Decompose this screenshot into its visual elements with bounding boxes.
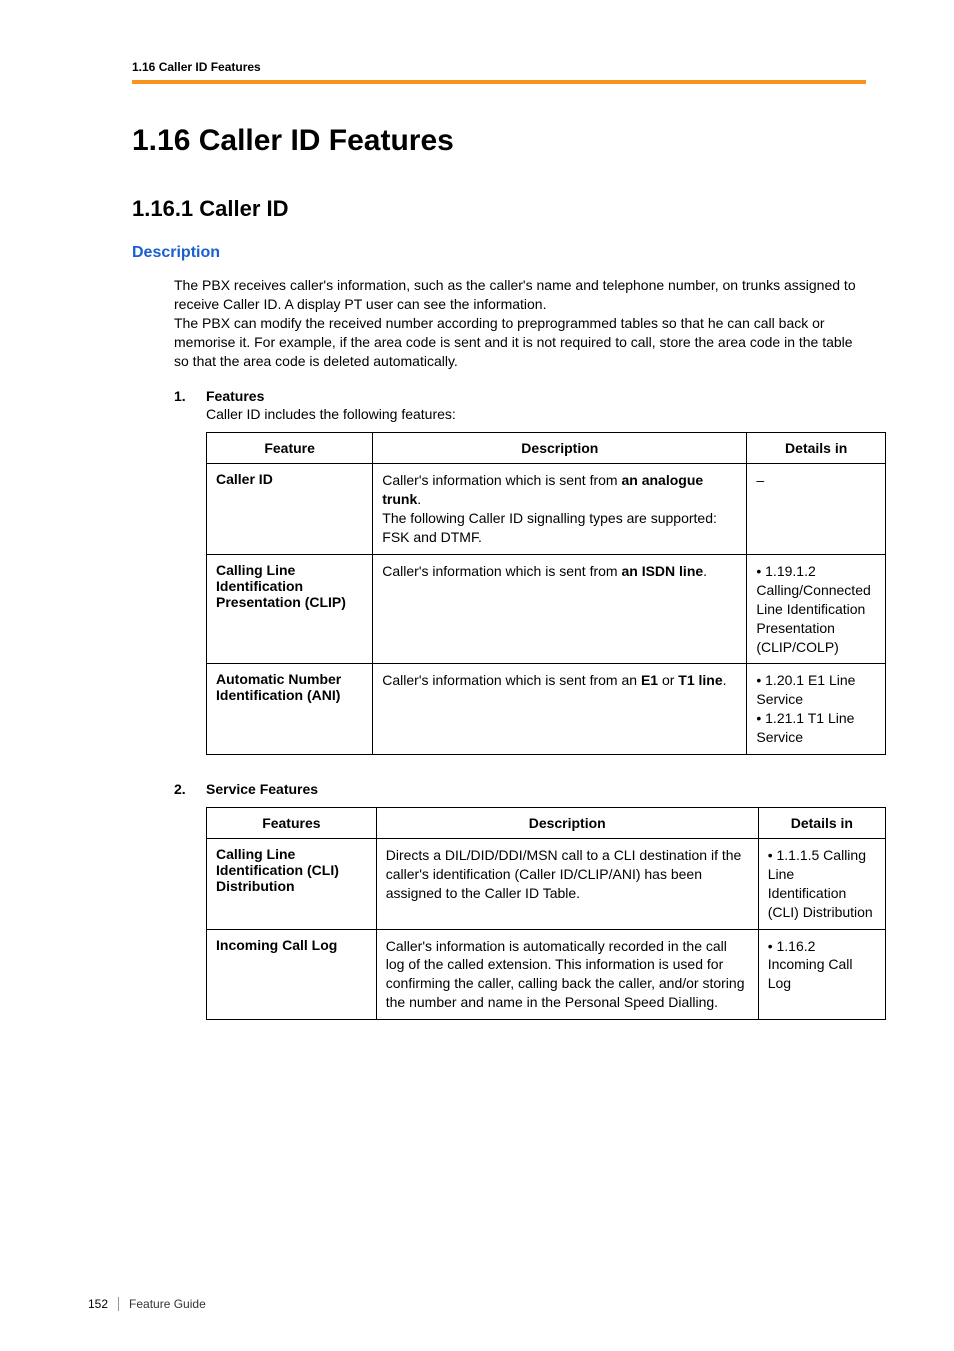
desc-bold: an ISDN line (621, 563, 703, 579)
table-row: Calling Line Identification Presentation… (207, 555, 886, 664)
page-footer: 152 Feature Guide (88, 1297, 206, 1311)
features-table: Feature Description Details in Caller ID… (206, 432, 886, 755)
cell-feature: Caller ID (207, 464, 373, 555)
list-1-subtext: Caller ID includes the following feature… (206, 406, 866, 422)
desc-post: . (703, 563, 707, 579)
intro-line-1: The PBX receives caller's information, s… (174, 277, 856, 312)
cell-feature: Incoming Call Log (207, 929, 377, 1020)
table-row: Incoming Call Log Caller's information i… (207, 929, 886, 1020)
cell-feature: Calling Line Identification Presentation… (207, 555, 373, 664)
cell-description: Caller's information is automatically re… (376, 929, 758, 1020)
desc-pre: Caller's information which is sent from … (382, 672, 641, 688)
th-details: Details in (758, 808, 885, 839)
table-row: Caller ID Caller's information which is … (207, 464, 886, 555)
th-description: Description (376, 808, 758, 839)
table-row: Calling Line Identification (CLI) Distri… (207, 839, 886, 930)
th-description: Description (373, 433, 747, 464)
header-accent-bar (132, 80, 866, 84)
list-1-number: 1. (174, 388, 192, 404)
desc-bold-t1: T1 line (678, 672, 722, 688)
numbered-item-2: 2. Service Features (174, 781, 866, 797)
table-header-row: Feature Description Details in (207, 433, 886, 464)
cell-description: Directs a DIL/DID/DDI/MSN call to a CLI … (376, 839, 758, 930)
desc-pre: Caller's information which is sent from (382, 563, 617, 579)
cell-description: Caller's information which is sent from … (373, 664, 747, 755)
th-feature: Feature (207, 433, 373, 464)
desc-bold-e1: E1 (641, 672, 658, 688)
desc-pre: Caller's information which is sent from (382, 472, 617, 488)
list-2-title: Service Features (206, 781, 318, 797)
heading-1: 1.16 Caller ID Features (132, 124, 866, 158)
list-2-number: 2. (174, 781, 192, 797)
numbered-item-1: 1. Features Caller ID includes the follo… (174, 388, 866, 422)
cell-description: Caller's information which is sent from … (373, 555, 747, 664)
desc-post: . (417, 491, 421, 507)
cell-details: – (747, 464, 886, 555)
service-features-table: Features Description Details in Calling … (206, 807, 886, 1020)
cell-details: • 1.1.1.5 Calling Line Identification (C… (758, 839, 885, 930)
intro-paragraph: The PBX receives caller's information, s… (174, 276, 866, 370)
desc-post: . (723, 672, 727, 688)
cell-details: • 1.19.1.2 Calling/Connected Line Identi… (747, 555, 886, 664)
desc-mid: or (658, 672, 678, 688)
table-header-row: Features Description Details in (207, 808, 886, 839)
footer-guide-label: Feature Guide (129, 1297, 206, 1311)
running-header: 1.16 Caller ID Features (132, 60, 866, 74)
cell-description: Caller's information which is sent from … (373, 464, 747, 555)
desc-extra: The following Caller ID signalling types… (382, 510, 717, 545)
cell-details: • 1.20.1 E1 Line Service • 1.21.1 T1 Lin… (747, 664, 886, 755)
intro-line-2: The PBX can modify the received number a… (174, 315, 853, 369)
cell-feature: Calling Line Identification (CLI) Distri… (207, 839, 377, 930)
table-row: Automatic Number Identification (ANI) Ca… (207, 664, 886, 755)
th-details: Details in (747, 433, 886, 464)
details-line-2: • 1.21.1 T1 Line Service (756, 710, 854, 745)
details-line-1: • 1.20.1 E1 Line Service (756, 672, 855, 707)
heading-2: 1.16.1 Caller ID (132, 196, 866, 222)
heading-3-description: Description (132, 244, 866, 262)
footer-divider (118, 1297, 119, 1311)
th-features: Features (207, 808, 377, 839)
page-number: 152 (88, 1297, 108, 1311)
list-1-title: Features (206, 388, 264, 404)
cell-feature: Automatic Number Identification (ANI) (207, 664, 373, 755)
cell-details: • 1.16.2 Incoming Call Log (758, 929, 885, 1020)
